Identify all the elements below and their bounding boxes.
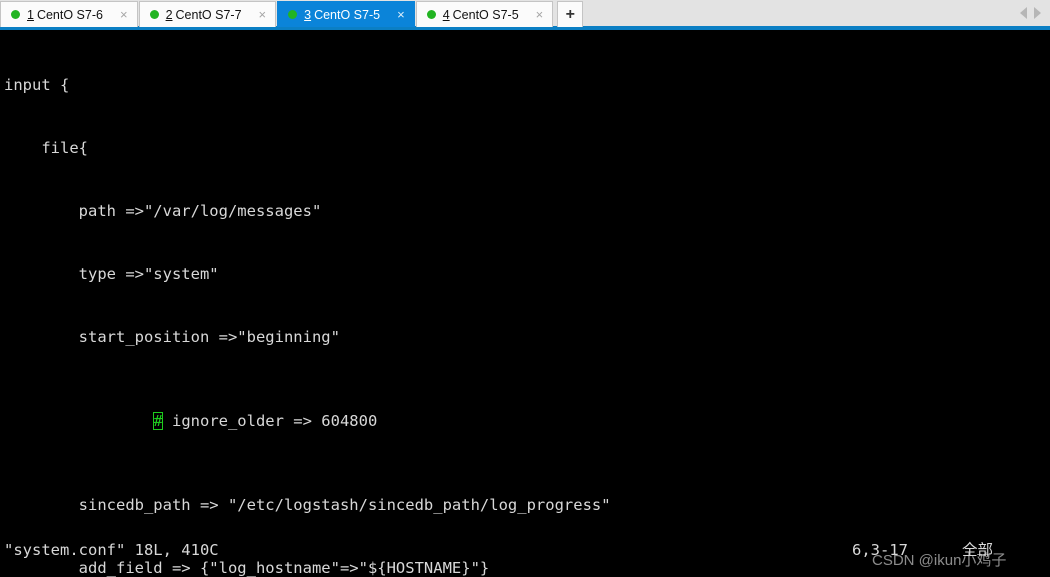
terminal-window: 1 CentO S7-6 × 2 CentO S7-7 × 3 CentO S7… xyxy=(0,0,1050,577)
chevron-left-icon[interactable] xyxy=(1020,7,1027,19)
chevron-right-icon[interactable] xyxy=(1034,7,1041,19)
close-icon[interactable]: × xyxy=(115,8,133,21)
connection-status-dot-icon xyxy=(11,10,20,19)
connection-status-dot-icon xyxy=(149,10,159,19)
scroll-position-indicator: 全部 xyxy=(962,541,994,559)
tab-label: CentO S7-7 xyxy=(175,7,242,22)
text-cursor: # xyxy=(153,412,163,430)
tab-scroll-controls xyxy=(1020,0,1050,26)
close-icon[interactable]: × xyxy=(392,8,410,21)
file-info-status: "system.conf" 18L, 410C xyxy=(4,541,219,559)
new-tab-button[interactable]: + xyxy=(557,1,584,27)
tab-bar: 1 CentO S7-6 × 2 CentO S7-7 × 3 CentO S7… xyxy=(0,0,1050,30)
code-line: sincedb_path => "/etc/logstash/sincedb_p… xyxy=(4,496,611,514)
connection-status-dot-icon xyxy=(288,10,298,19)
code-line: type =>"system" xyxy=(4,265,219,283)
vim-status-line: "system.conf" 18L, 410C 6,3-17 全部 xyxy=(0,540,1050,561)
tab-centos7-6[interactable]: 1 CentO S7-6 × xyxy=(0,1,138,27)
connection-status-dot-icon xyxy=(426,10,436,19)
terminal-screen[interactable]: input { file{ path =>"/var/log/messages"… xyxy=(0,30,1050,577)
close-icon[interactable]: × xyxy=(254,8,272,21)
comment-text: ignore_older => 604800 xyxy=(162,412,378,430)
tab-number: 4 xyxy=(442,7,450,22)
tab-label: CentO S7-6 xyxy=(36,7,103,22)
tab-label: CentO S7-5 xyxy=(314,7,381,22)
code-line-commented: # ignore_older => 604800 xyxy=(4,411,1050,432)
tab-centos7-7[interactable]: 2 CentO S7-7 × xyxy=(138,1,277,27)
cursor-position-ruler: 6,3-17 xyxy=(852,541,908,559)
tab-number: 3 xyxy=(304,7,312,22)
code-line: path =>"/var/log/messages" xyxy=(4,202,322,220)
code-line: input { xyxy=(4,76,70,94)
tab-centos7-5-active[interactable]: 3 CentO S7-5 × xyxy=(277,1,415,27)
close-icon[interactable]: × xyxy=(531,8,549,21)
code-line: start_position =>"beginning" xyxy=(4,328,340,346)
tab-label: CentO S7-5 xyxy=(452,7,519,22)
tab-number: 2 xyxy=(165,7,173,22)
tab-number: 1 xyxy=(27,7,34,22)
code-line: file{ xyxy=(4,139,88,157)
tab-centos7-5-second[interactable]: 4 CentO S7-5 × xyxy=(415,1,554,27)
